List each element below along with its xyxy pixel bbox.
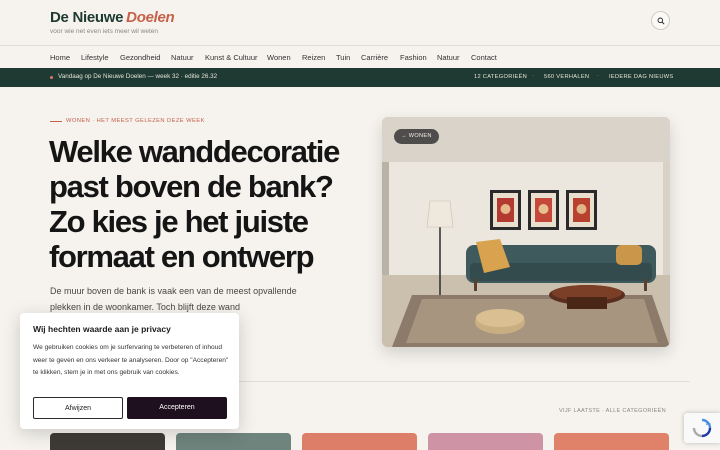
- logo-accent: Doelen: [126, 9, 175, 26]
- nav-item-contact[interactable]: Contact: [471, 53, 497, 62]
- ticker-separator: ·: [532, 73, 534, 79]
- ticker-separator: ·: [597, 73, 599, 79]
- latest-label[interactable]: VIJF LAATSTE · ALLE CATEGORIEËN: [559, 408, 666, 414]
- hero-image[interactable]: [382, 117, 670, 347]
- nav-item-reizen[interactable]: Reizen: [302, 53, 325, 62]
- nav-item-natuur[interactable]: Natuur: [171, 53, 194, 62]
- ticker-stat-daily: IEDERE DAG NIEUWS: [609, 74, 674, 80]
- living-room-illustration: [382, 117, 670, 347]
- article-card[interactable]: [428, 433, 543, 450]
- category-badge[interactable]: → WONEN: [394, 129, 439, 144]
- site-logo[interactable]: De Nieuwe Doelen: [50, 9, 175, 26]
- nav-item-tuin[interactable]: Tuin: [336, 53, 350, 62]
- nav-item-lifestyle[interactable]: Lifestyle: [81, 53, 109, 62]
- nav-item-home[interactable]: Home: [50, 53, 70, 62]
- article-card[interactable]: [176, 433, 291, 450]
- cookie-body: We gebruiken cookies om je surfervaring …: [33, 344, 229, 376]
- nav-item-carriere[interactable]: Carrière: [361, 53, 388, 62]
- site-header: De Nieuwe Doelen voor wie net even iets m…: [0, 0, 720, 46]
- article-card[interactable]: [50, 433, 165, 450]
- ticker-text: Vandaag op De Nieuwe Doelen — week 32 · …: [58, 73, 218, 80]
- logo-main: De Nieuwe: [50, 9, 124, 26]
- decline-button[interactable]: Afwijzen: [33, 397, 123, 419]
- cookie-banner: Wij hechten waarde aan je privacy We geb…: [20, 313, 239, 429]
- search-icon: [657, 17, 665, 25]
- article-card[interactable]: [302, 433, 417, 450]
- nav-item-fashion[interactable]: Fashion: [400, 53, 427, 62]
- ticker-bar: Vandaag op De Nieuwe Doelen — week 32 · …: [0, 68, 720, 87]
- recaptcha-icon: [692, 418, 712, 438]
- main-nav: Home Lifestyle Gezondheid Natuur Kunst &…: [0, 46, 720, 68]
- hero-lead: De muur boven de bank is vaak een van de…: [50, 286, 297, 312]
- site-tagline: voor wie net even iets meer wil weten: [50, 28, 159, 35]
- accept-button[interactable]: Accepteren: [127, 397, 227, 419]
- hero-kicker[interactable]: WONEN · HET MEEST GELEZEN DEZE WEEK: [66, 118, 205, 124]
- nav-item-kunst-cultuur[interactable]: Kunst & Cultuur: [205, 53, 258, 62]
- nav-item-wonen[interactable]: Wonen: [267, 53, 291, 62]
- search-button[interactable]: [651, 11, 670, 30]
- ticker-dot: [50, 76, 53, 79]
- ticker-stat-stories: 560 VERHALEN: [544, 74, 590, 80]
- kicker-line: [50, 121, 62, 122]
- nav-item-natuur-2[interactable]: Natuur: [437, 53, 460, 62]
- article-card[interactable]: [554, 433, 669, 450]
- hero-title[interactable]: Welke wanddecoratie past boven de bank? …: [49, 134, 369, 274]
- recaptcha-badge[interactable]: [684, 413, 720, 443]
- cookie-title: Wij hechten waarde aan je privacy: [33, 324, 171, 334]
- ticker-stat-categories: 12 CATEGORIEËN: [474, 74, 528, 80]
- nav-item-gezondheid[interactable]: Gezondheid: [120, 53, 160, 62]
